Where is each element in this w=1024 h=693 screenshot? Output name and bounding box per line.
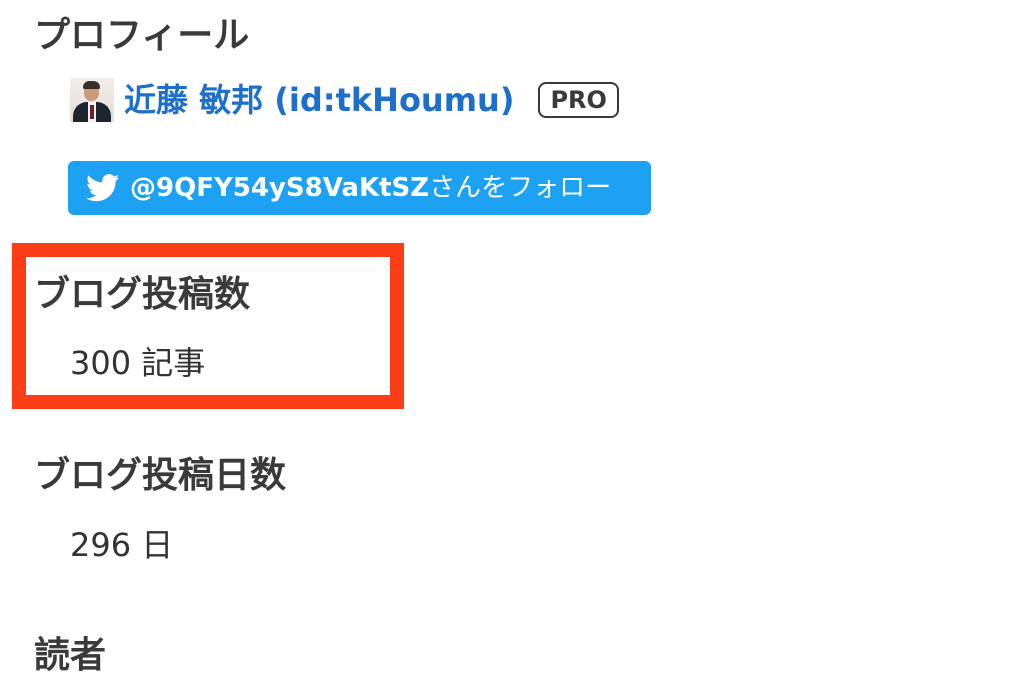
twitter-follow-button[interactable]: @9QFY54yS8VaKtSZさんをフォロー — [68, 161, 651, 215]
twitter-follow-label: @9QFY54yS8VaKtSZさんをフォロー — [130, 161, 611, 215]
avatar[interactable] — [70, 78, 114, 122]
blog-days-heading: ブログ投稿日数 — [34, 455, 287, 496]
blog-days-count: 296 日 — [70, 526, 174, 564]
twitter-bird-icon — [86, 174, 120, 202]
pro-badge[interactable]: PRO — [538, 82, 619, 118]
highlight-box — [12, 243, 404, 409]
twitter-follow-suffix: さんをフォロー — [429, 173, 612, 203]
profile-name-link[interactable]: 近藤 敏邦 (id:tkHoumu) — [124, 78, 514, 122]
blog-posts-count: 300 記事 — [70, 344, 206, 382]
profile-user-row: 近藤 敏邦 (id:tkHoumu) PRO — [70, 78, 619, 122]
readers-heading: 読者 — [34, 635, 107, 676]
blog-posts-heading: ブログ投稿数 — [34, 274, 251, 315]
profile-heading: プロフィール — [34, 15, 250, 56]
twitter-handle: @9QFY54yS8VaKtSZ — [130, 173, 430, 203]
